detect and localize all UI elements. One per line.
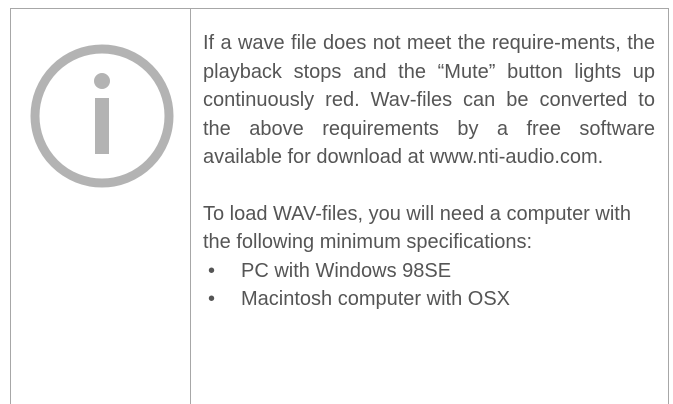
list-item: • PC with Windows 98SE <box>203 257 655 286</box>
info-icon <box>30 44 174 188</box>
note-icon-column <box>11 9 191 404</box>
note-box: If a wave file does not meet the require… <box>10 8 669 404</box>
spec-list: • PC with Windows 98SE • Macintosh compu… <box>203 257 655 314</box>
bullet: • <box>208 259 216 282</box>
bullet: • <box>208 288 216 310</box>
note-paragraph-specifications: To load WAV-files, you will need a compu… <box>203 202 631 254</box>
note-paragraph-requirements: If a wave file does not meet the require… <box>203 32 655 168</box>
note-text: If a wave file does not meet the require… <box>203 29 655 314</box>
spec-text: PC with Windows 98SE <box>241 259 452 282</box>
list-item: • Macintosh computer with OSX <box>203 285 655 314</box>
spec-text: Macintosh computer with OSX <box>241 288 510 310</box>
